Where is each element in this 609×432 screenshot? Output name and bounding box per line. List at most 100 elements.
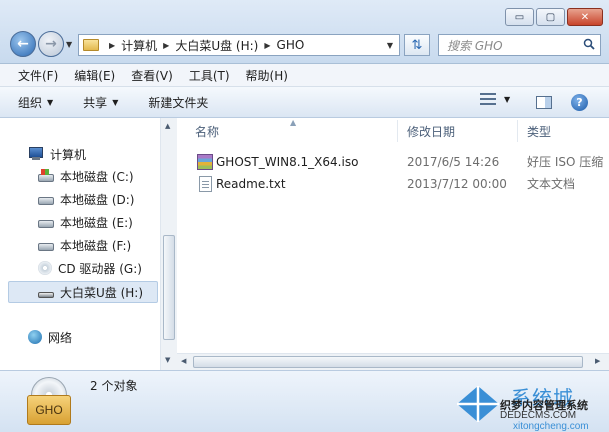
column-header-label: 修改日期	[407, 124, 456, 139]
back-button[interactable]: ←	[10, 31, 36, 57]
breadcrumb-computer[interactable]: 计算机	[121, 37, 157, 54]
sidebar-item-drive-e[interactable]: 本地磁盘 (E:)	[38, 212, 133, 232]
share-label: 共享	[83, 95, 108, 110]
arrow-left-icon: ←	[17, 36, 29, 52]
horizontal-scrollbar[interactable]: ◀ ▶	[177, 353, 609, 370]
maximize-button[interactable]: ▢	[536, 8, 565, 26]
share-button[interactable]: 共享 ▼	[83, 94, 118, 111]
search-input[interactable]: 搜索 GHO	[438, 34, 601, 56]
scroll-right-icon[interactable]: ▶	[595, 357, 600, 365]
network-icon	[28, 330, 42, 344]
file-list: ▲ 名称 修改日期 类型 GHOST_WIN8.1_X64.iso 2017/6…	[177, 118, 609, 370]
sidebar-item-computer[interactable]: 计算机	[28, 144, 86, 164]
column-header-name[interactable]: 名称	[195, 118, 395, 144]
table-row[interactable]: GHOST_WIN8.1_X64.iso 2017/6/5 14:26 好压 I…	[177, 151, 609, 172]
sidebar-item-label: 计算机	[50, 147, 87, 162]
search-placeholder: 搜索 GHO	[447, 38, 503, 53]
address-dropdown-icon[interactable]: ▼	[387, 41, 393, 50]
sidebar-scrollbar[interactable]: ▲ ▼	[160, 118, 177, 370]
sidebar-item-label: CD 驱动器 (G:)	[58, 261, 142, 276]
details-view-icon	[480, 93, 496, 106]
column-header-label: 名称	[195, 124, 220, 139]
scrollbar-thumb[interactable]	[193, 356, 583, 368]
menu-view[interactable]: 查看(V)	[123, 67, 181, 84]
minimize-button[interactable]: ▭	[505, 8, 534, 26]
sidebar-item-drive-c[interactable]: 本地磁盘 (C:)	[38, 166, 134, 186]
help-icon: ?	[576, 96, 583, 109]
organize-button[interactable]: 组织 ▼	[18, 94, 53, 111]
breadcrumb-separator-icon[interactable]: ▶	[264, 41, 270, 50]
watermark-line2: DEDECMS.COM	[500, 410, 577, 421]
chevron-down-icon: ▼	[47, 97, 54, 107]
file-modified: 2013/7/12 00:00	[407, 176, 507, 191]
column-header-modified[interactable]: 修改日期	[407, 118, 517, 144]
breadcrumb-usb-drive[interactable]: 大白菜U盘 (H:)	[175, 37, 258, 54]
breadcrumb-separator-icon[interactable]: ▶	[163, 41, 169, 50]
arrow-right-icon: →	[45, 36, 57, 52]
menu-tools[interactable]: 工具(T)	[181, 67, 238, 84]
drive-icon	[38, 243, 54, 251]
scroll-left-icon[interactable]: ◀	[181, 357, 186, 365]
windows-logo-icon	[457, 386, 499, 422]
close-icon: ✕	[580, 11, 590, 23]
address-bar[interactable]: ▶ 计算机 ▶ 大白菜U盘 (H:) ▶ GHO ▼	[78, 34, 400, 56]
item-count: 2 个对象	[90, 379, 138, 393]
menu-file[interactable]: 文件(F)	[10, 67, 66, 84]
sidebar-item-usb-drive[interactable]: 大白菜U盘 (H:)	[38, 282, 143, 302]
column-divider[interactable]	[397, 120, 398, 142]
recent-pages-button[interactable]: ▼	[66, 40, 72, 49]
system-drive-icon	[38, 169, 54, 182]
watermark: 系统城 织梦内容管理系统 DEDECMS.COM xitongcheng.com	[455, 380, 609, 432]
sidebar-item-label: 本地磁盘 (C:)	[60, 169, 134, 184]
sidebar-item-drive-d[interactable]: 本地磁盘 (D:)	[38, 189, 134, 209]
refresh-icon: ⇅	[411, 37, 423, 53]
breadcrumb-gho[interactable]: GHO	[277, 38, 305, 52]
file-type: 文本文档	[527, 177, 576, 191]
sidebar-item-cd-drive[interactable]: CD 驱动器 (G:)	[38, 258, 142, 278]
close-button[interactable]: ✕	[567, 8, 603, 26]
scroll-up-icon[interactable]: ▲	[165, 122, 170, 130]
window-controls: ▭ ▢ ✕	[505, 8, 603, 26]
chevron-down-icon[interactable]: ▼	[504, 95, 510, 104]
column-header-type[interactable]: 类型	[527, 118, 607, 144]
navigation-pane: 计算机 本地磁盘 (C:) 本地磁盘 (D:) 本地磁盘 (E:) 本地磁盘 (…	[0, 118, 177, 370]
file-type: 好压 ISO 压缩	[527, 155, 604, 169]
sidebar-item-label: 本地磁盘 (D:)	[60, 192, 135, 207]
help-button[interactable]: ?	[571, 94, 588, 111]
file-modified: 2017/6/5 14:26	[407, 154, 500, 169]
cd-drive-icon	[38, 261, 52, 275]
organize-label: 组织	[18, 95, 43, 110]
change-view-button[interactable]: ▼	[480, 93, 510, 106]
scroll-down-icon[interactable]: ▼	[165, 356, 170, 364]
sidebar-item-network[interactable]: 网络	[28, 327, 72, 347]
scrollbar-thumb[interactable]	[163, 235, 175, 340]
new-folder-label: 新建文件夹	[148, 95, 209, 110]
minimize-icon: ▭	[514, 11, 525, 23]
computer-icon	[28, 147, 44, 161]
sidebar-item-label: 大白菜U盘 (H:)	[60, 285, 144, 300]
sidebar-item-label: 本地磁盘 (F:)	[60, 238, 132, 253]
menu-bar: 文件(F) 编辑(E) 查看(V) 工具(T) 帮助(H)	[0, 64, 609, 87]
preview-pane-button[interactable]	[536, 96, 552, 109]
table-row[interactable]: Readme.txt 2013/7/12 00:00 文本文档	[177, 173, 609, 194]
column-divider[interactable]	[517, 120, 518, 142]
gho-label: GHO	[27, 395, 71, 425]
chevron-down-icon: ▼	[112, 97, 119, 107]
new-folder-button[interactable]: 新建文件夹	[148, 94, 208, 111]
refresh-button[interactable]: ⇅	[404, 34, 430, 56]
drive-icon	[38, 220, 54, 228]
watermark-line3: xitongcheng.com	[513, 421, 589, 432]
chevron-down-icon: ▼	[66, 40, 73, 49]
menu-help[interactable]: 帮助(H)	[238, 67, 296, 84]
menu-edit[interactable]: 编辑(E)	[66, 67, 123, 84]
forward-button[interactable]: →	[38, 31, 64, 57]
folder-icon	[83, 39, 99, 51]
column-header-label: 类型	[527, 124, 552, 139]
sidebar-item-drive-f[interactable]: 本地磁盘 (F:)	[38, 235, 131, 255]
search-icon[interactable]	[583, 38, 595, 50]
breadcrumb-separator-icon[interactable]: ▶	[109, 41, 115, 50]
maximize-icon: ▢	[545, 11, 556, 23]
file-name: GHOST_WIN8.1_X64.iso	[216, 154, 359, 169]
archive-icon	[197, 153, 213, 170]
drive-icon	[38, 197, 54, 205]
